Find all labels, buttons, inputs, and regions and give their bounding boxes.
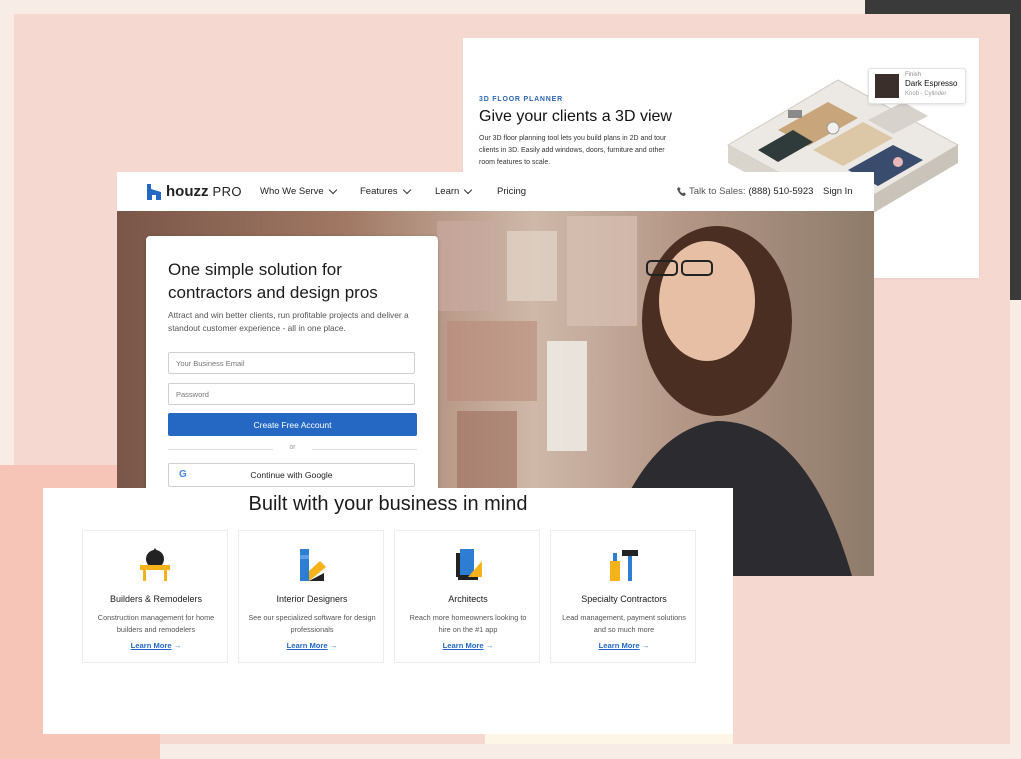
business-email-input[interactable] <box>168 352 415 374</box>
google-button-label: Continue with Google <box>250 470 333 480</box>
chevron-down-icon <box>328 185 337 194</box>
tile-architects[interactable]: Architects Reach more homeowners looking… <box>394 530 540 663</box>
tile-name: Specialty Contractors <box>581 594 667 604</box>
learn-more-link[interactable]: Learn More → <box>83 641 229 650</box>
chevron-down-icon <box>402 185 411 194</box>
phone-icon <box>677 187 686 196</box>
password-input[interactable] <box>168 383 415 405</box>
nav-item-label: Pricing <box>497 186 527 197</box>
tile-interior-designers[interactable]: Interior Designers See our specialized s… <box>238 530 384 663</box>
continue-with-google-button[interactable]: G Continue with Google <box>168 463 415 487</box>
nav-pricing[interactable]: Pricing <box>497 186 526 197</box>
chevron-down-icon <box>464 185 473 194</box>
talk-to-sales[interactable]: Talk to Sales: (888) 510-5923 <box>677 186 813 197</box>
create-free-account-button[interactable]: Create Free Account <box>168 413 417 436</box>
tile-builders-remodelers[interactable]: Builders & Remodelers Construction manag… <box>82 530 228 663</box>
saw-icon <box>140 548 170 581</box>
tile-name: Builders & Remodelers <box>109 594 203 604</box>
signup-card: One simple solution for contractors and … <box>146 236 438 506</box>
learn-more-link[interactable]: Learn More → <box>395 641 541 650</box>
nav-item-label: Features <box>360 186 398 197</box>
sales-phone-number: (888) 510-5923 <box>748 186 814 197</box>
finish-swatch <box>875 74 899 98</box>
houzz-pro-logo[interactable]: houzz PRO <box>147 183 242 200</box>
swatch-icon <box>300 549 326 581</box>
nav-who-we-serve[interactable]: Who We Serve <box>260 185 337 197</box>
top-nav: houzz PRO Who We Serve Features Learn Pr… <box>117 172 874 211</box>
business-section-card: Built with your business in mind Builder… <box>43 488 733 734</box>
finish-subtitle: Knob - Cylinder <box>905 91 947 97</box>
tile-specialty-contractors[interactable]: Specialty Contractors Lead management, p… <box>550 530 696 663</box>
planner-description: Our 3D floor planning tool lets you buil… <box>479 135 667 166</box>
finish-label: Finish <box>905 72 922 78</box>
learn-more-link[interactable]: Learn More → <box>239 641 385 650</box>
arrow-right-icon: → <box>641 641 650 650</box>
planner-eyebrow: 3D FLOOR PLANNER <box>479 96 563 103</box>
blueprint-icon <box>456 549 482 580</box>
tile-name: Architects <box>448 594 488 604</box>
houzz-logo-icon <box>147 183 161 200</box>
brand-name: houzz <box>166 183 209 200</box>
tile-description: Construction management for home builder… <box>97 613 215 634</box>
talk-to-sales-label: Talk to Sales: <box>689 186 746 197</box>
brand-pro: PRO <box>212 184 242 199</box>
finish-tooltip: Finish Dark Espresso Knob - Cylinder <box>868 68 966 104</box>
google-icon: G <box>179 469 187 480</box>
planner-title: Give your clients a 3D view <box>479 108 672 125</box>
tools-icon <box>610 550 638 581</box>
learn-more-label: Learn More <box>598 641 640 650</box>
tile-name: Interior Designers <box>276 594 348 604</box>
sign-in-link[interactable]: Sign In <box>823 186 853 197</box>
nav-item-label: Learn <box>435 186 460 197</box>
learn-more-label: Learn More <box>130 641 172 650</box>
nav-features[interactable]: Features <box>360 185 411 197</box>
nav-item-label: Who We Serve <box>260 186 324 197</box>
finish-value: Dark Espresso <box>905 79 958 88</box>
arrow-right-icon: → <box>485 641 494 650</box>
signup-title: One simple solution for contractors and … <box>168 260 378 302</box>
learn-more-label: Learn More <box>286 641 328 650</box>
signup-subtitle: Attract and win better clients, run prof… <box>168 310 409 333</box>
arrow-right-icon: → <box>329 641 338 650</box>
arrow-right-icon: → <box>173 641 182 650</box>
tile-description: See our specialized software for design … <box>248 613 376 634</box>
learn-more-link[interactable]: Learn More → <box>551 641 697 650</box>
tile-description: Reach more homeowners looking to hire on… <box>409 613 527 634</box>
or-divider: or <box>168 444 417 451</box>
learn-more-label: Learn More <box>442 641 484 650</box>
nav-learn[interactable]: Learn <box>435 185 473 197</box>
business-section-title: Built with your business in mind <box>248 493 528 515</box>
tile-description: Lead management, payment solutions and s… <box>562 613 686 634</box>
